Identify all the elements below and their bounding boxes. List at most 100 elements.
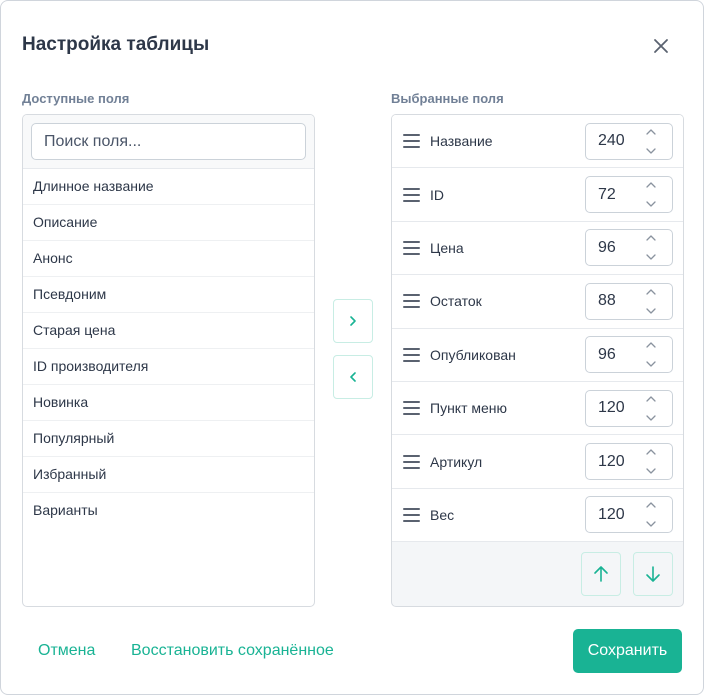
column-width-input[interactable]: 120 <box>585 496 673 534</box>
selected-field-item[interactable]: Артикул 120 <box>392 435 683 489</box>
available-field-item[interactable]: Описание <box>23 205 314 241</box>
drag-handle-icon[interactable] <box>403 134 420 149</box>
field-search-input[interactable] <box>31 123 306 160</box>
selected-field-label: Вес <box>430 506 455 523</box>
drag-handle-icon[interactable] <box>403 454 420 469</box>
chevron-up-icon <box>646 449 656 455</box>
column-width-value[interactable]: 120 <box>598 506 632 524</box>
drag-handle-icon[interactable] <box>403 187 420 202</box>
arrow-up-icon <box>594 566 608 582</box>
available-fields-label: Доступные поля <box>22 91 130 106</box>
selected-field-item[interactable]: Пункт меню 120 <box>392 381 683 436</box>
chevron-down-icon <box>646 148 656 154</box>
increment-button[interactable] <box>644 126 658 138</box>
column-width-input[interactable]: 96 <box>585 336 673 374</box>
available-field-item[interactable]: Популярный <box>23 421 314 457</box>
decrement-button[interactable] <box>644 198 658 210</box>
chevron-down-icon <box>646 521 656 528</box>
column-width-value[interactable]: 120 <box>598 453 632 471</box>
column-width-value[interactable]: 240 <box>598 132 632 150</box>
drag-handle-icon[interactable] <box>403 347 420 362</box>
selected-field-label: Пункт меню <box>430 400 508 417</box>
close-button[interactable] <box>649 34 673 58</box>
column-width-value[interactable]: 88 <box>598 292 632 310</box>
available-field-item[interactable]: Анонс <box>23 241 314 277</box>
increment-button[interactable] <box>644 339 658 351</box>
decrement-button[interactable] <box>644 305 658 317</box>
selected-fields-list: Название 240 ID 72 Цена 96 Остаток 88 Опубликова… <box>392 115 683 543</box>
selected-field-label: ID <box>430 186 444 203</box>
selected-field-item[interactable]: Название 240 <box>392 115 683 169</box>
width-spinner <box>642 126 660 157</box>
chevron-down-icon <box>646 468 656 474</box>
selected-field-item[interactable]: Опубликован 96 <box>392 328 683 382</box>
increment-button[interactable] <box>644 179 658 191</box>
selected-field-item[interactable]: Цена 96 <box>392 221 683 276</box>
selected-field-label: Цена <box>430 239 464 256</box>
width-spinner <box>642 446 660 477</box>
move-down-button[interactable] <box>633 552 673 596</box>
chevron-up-icon <box>646 235 656 242</box>
drag-handle-icon[interactable] <box>403 401 420 416</box>
column-width-input[interactable]: 88 <box>585 282 673 320</box>
selected-field-label: Остаток <box>430 293 482 310</box>
drag-handle-icon[interactable] <box>403 507 420 522</box>
width-spinner <box>642 232 660 263</box>
available-fields-list: Длинное название Описание Анонс Псевдони… <box>23 169 314 529</box>
decrement-button[interactable] <box>644 518 658 530</box>
chevron-down-icon <box>646 414 656 421</box>
move-up-button[interactable] <box>581 552 621 596</box>
chevron-left-icon <box>350 372 356 382</box>
restore-saved-button[interactable]: Восстановить сохранённое <box>131 642 334 660</box>
chevron-down-icon <box>646 254 656 261</box>
column-width-input[interactable]: 120 <box>585 443 673 481</box>
decrement-button[interactable] <box>644 145 658 157</box>
column-width-value[interactable]: 96 <box>598 239 632 257</box>
close-icon <box>654 39 668 53</box>
selected-field-item[interactable]: Вес 120 <box>392 488 683 543</box>
increment-button[interactable] <box>644 232 658 244</box>
selected-field-item[interactable]: ID 72 <box>392 168 683 222</box>
column-width-value[interactable]: 120 <box>598 399 632 417</box>
selected-field-label: Артикул <box>430 453 483 470</box>
chevron-up-icon <box>646 395 656 402</box>
chevron-up-icon <box>646 289 656 295</box>
increment-button[interactable] <box>644 446 658 458</box>
increment-button[interactable] <box>644 499 658 511</box>
selected-field-label: Опубликован <box>430 346 516 363</box>
available-field-item[interactable]: Новинка <box>23 385 314 421</box>
column-width-input[interactable]: 120 <box>585 389 673 427</box>
cancel-button[interactable]: Отмена <box>38 642 95 660</box>
increment-button[interactable] <box>644 393 658 405</box>
column-width-value[interactable]: 72 <box>598 186 632 204</box>
decrement-button[interactable] <box>644 412 658 424</box>
move-left-button[interactable] <box>333 355 373 399</box>
width-spinner <box>642 179 660 210</box>
chevron-down-icon <box>646 361 656 367</box>
available-field-item[interactable]: Избранный <box>23 457 314 493</box>
selected-field-item[interactable]: Остаток 88 <box>392 275 683 329</box>
save-button[interactable]: Сохранить <box>573 629 682 673</box>
arrow-down-icon <box>646 566 660 582</box>
decrement-button[interactable] <box>644 465 658 477</box>
decrement-button[interactable] <box>644 251 658 263</box>
available-field-item[interactable]: ID производителя <box>23 349 314 385</box>
width-spinner <box>642 339 660 370</box>
available-field-item[interactable]: Псевдоним <box>23 277 314 313</box>
column-width-input[interactable]: 72 <box>585 176 673 214</box>
width-spinner <box>642 499 660 530</box>
increment-button[interactable] <box>644 286 658 298</box>
available-field-item[interactable]: Старая цена <box>23 313 314 349</box>
selected-field-label: Название <box>430 133 493 150</box>
move-right-button[interactable] <box>333 299 373 343</box>
drag-handle-icon[interactable] <box>403 294 420 309</box>
column-width-value[interactable]: 96 <box>598 346 632 364</box>
column-width-input[interactable]: 240 <box>585 122 673 160</box>
decrement-button[interactable] <box>644 358 658 370</box>
available-field-item[interactable]: Варианты <box>23 493 314 529</box>
drag-handle-icon[interactable] <box>403 240 420 255</box>
available-field-item[interactable]: Длинное название <box>23 169 314 205</box>
selected-fields-label: Выбранные поля <box>391 91 504 106</box>
column-width-input[interactable]: 96 <box>585 229 673 267</box>
chevron-down-icon <box>646 201 656 207</box>
